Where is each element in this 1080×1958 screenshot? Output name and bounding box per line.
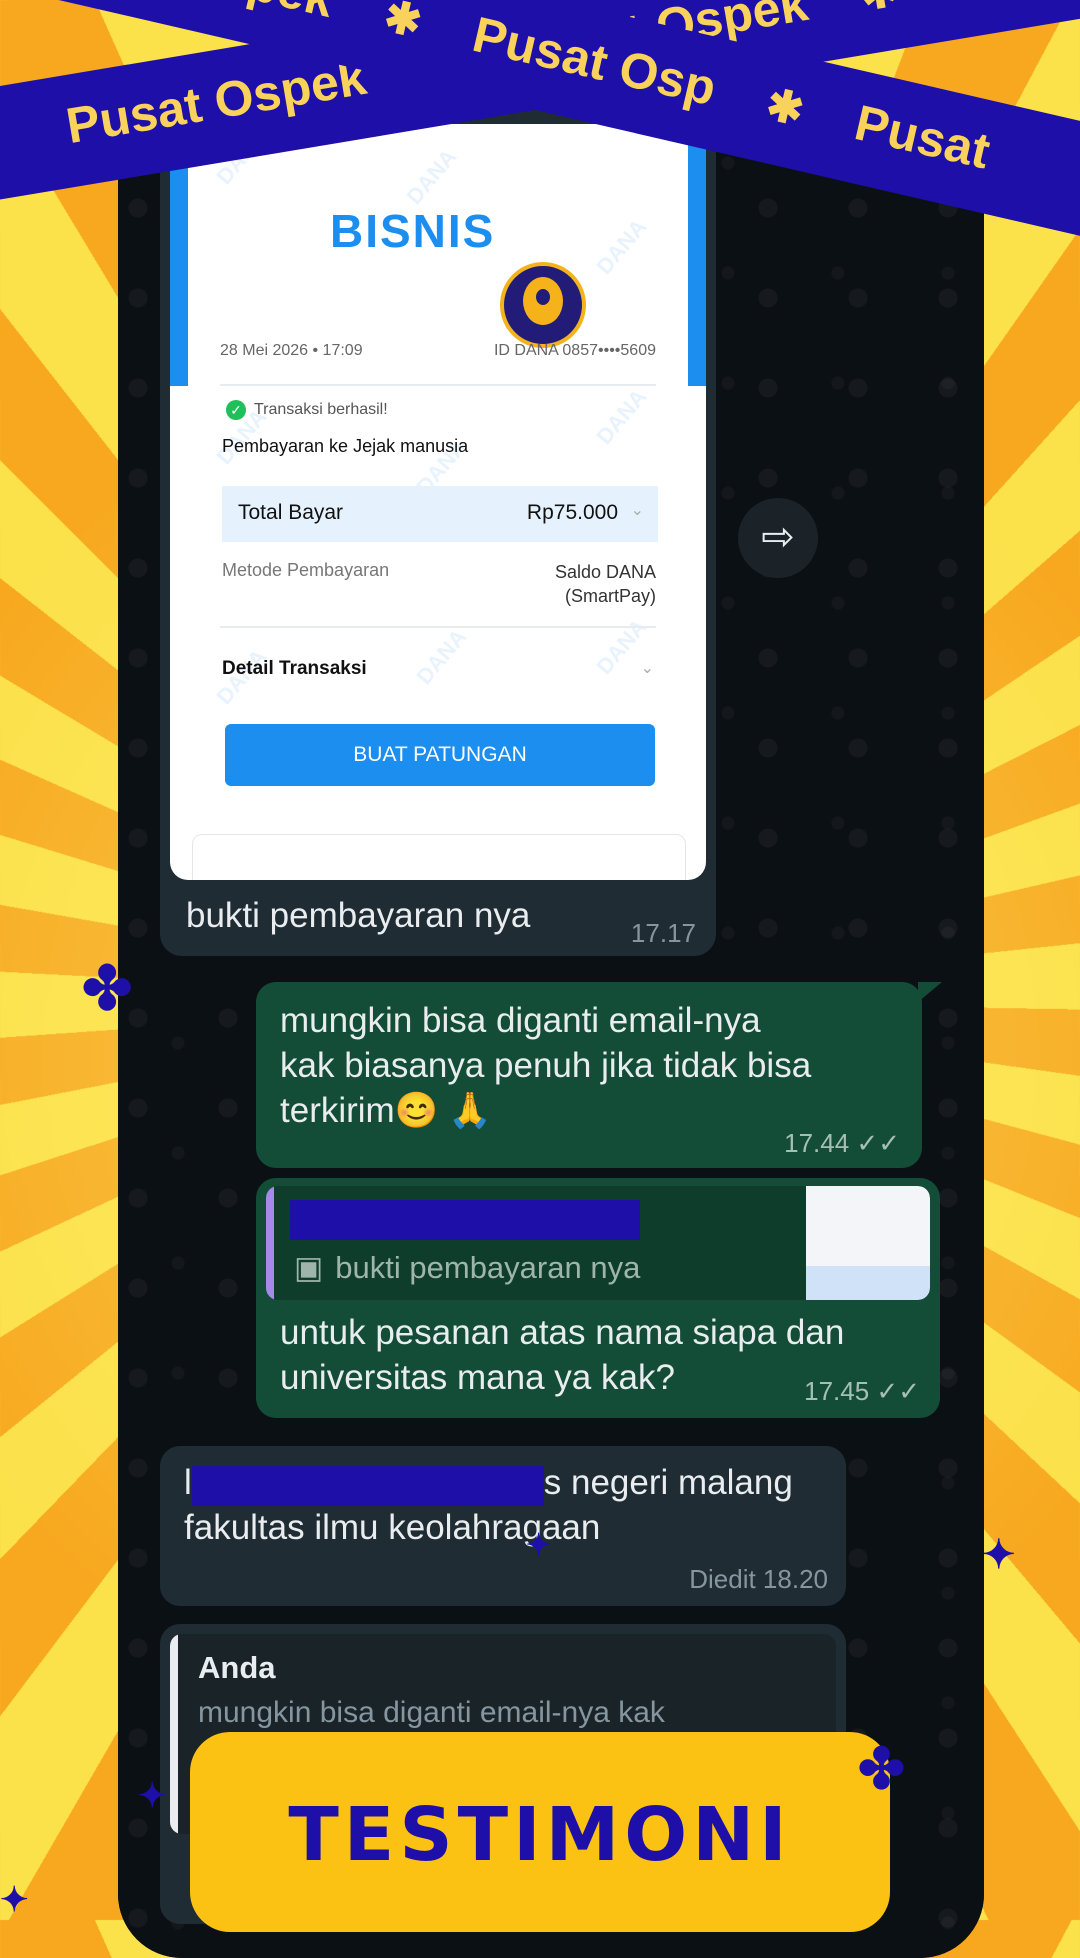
image-icon: ▣	[294, 1250, 324, 1285]
payment-method-label: Metode Pembayaran	[222, 560, 390, 580]
testimoni-title: TESTIMONI	[288, 1792, 792, 1878]
message-edited-time: Diedit 18.20	[689, 1564, 828, 1594]
quote-accent-bar	[266, 1186, 274, 1300]
quote-accent-bar	[170, 1634, 178, 1834]
payment-method-value: Saldo DANA (SmartPay)	[555, 560, 656, 608]
message-time: 17.17	[630, 918, 696, 948]
payment-method-value-line2: (SmartPay)	[564, 586, 656, 606]
watermark: DANA	[591, 384, 652, 450]
buat-patungan-button: BUAT PATUNGAN	[225, 724, 655, 786]
quote-text-row: ▣ bukti pembayaran nya	[294, 1250, 640, 1286]
decorative-star-icon: ✤	[82, 955, 133, 1022]
message-line: mungkin bisa diganti email-nya	[280, 1001, 761, 1040]
receipt-date: 28 Mei 2026 • 17:09	[220, 342, 363, 359]
quoted-message[interactable]: ▣ bukti pembayaran nya	[266, 1186, 930, 1300]
star-icon: ✱	[761, 79, 809, 136]
decorative-star-icon: ✦	[138, 1777, 167, 1815]
receipt-header-band-right	[688, 124, 706, 386]
sent-message[interactable]: mungkin bisa diganti email-nya kak biasa…	[256, 982, 922, 1168]
check-circle-icon: ✓	[226, 400, 246, 420]
receipt-account-id: ID DANA 0857••••5609	[493, 342, 656, 359]
message-line: terkirim😊 🙏	[280, 1091, 492, 1130]
testimoni-banner: TESTIMONI	[190, 1732, 890, 1932]
receipt-header-title: BISNIS	[330, 205, 496, 257]
sent-message-text: untuk pesanan atas nama siapa dan univer…	[280, 1310, 844, 1400]
tape-text: Pusat	[942, 0, 1080, 7]
message-time-read-receipt: 17.44 ✓✓	[784, 1128, 900, 1158]
redacted-text	[192, 1466, 544, 1506]
forward-icon[interactable]: ⇨	[738, 498, 818, 578]
watermark: DANA	[401, 144, 462, 210]
message-fragment: s negeri malang	[543, 1463, 793, 1502]
total-value: Rp75.000	[526, 501, 618, 524]
receipt-payee: Pembayaran ke Jejak manusia	[222, 436, 469, 456]
quote-text: bukti pembayaran nya	[335, 1250, 641, 1285]
quote-author: Anda	[198, 1650, 276, 1685]
sent-reply-message[interactable]: ▣ bukti pembayaran nya untuk pesanan ata…	[256, 1178, 940, 1418]
message-line: untuk pesanan atas nama siapa dan	[280, 1313, 845, 1352]
payment-receipt-image[interactable]: DANA DANA DANA DANA DANA DANA DANA DANA …	[170, 124, 706, 880]
receipt-status-text: Transaksi berhasil!	[254, 401, 388, 418]
image-caption: bukti pembayaran nya	[186, 896, 531, 935]
phone-frame: DANA DANA DANA DANA DANA DANA DANA DANA …	[118, 98, 984, 1958]
transaction-detail-label: Detail Transaksi	[222, 658, 367, 679]
watermark: DANA	[591, 214, 652, 280]
receipt-status: ✓ Transaksi berhasil!	[226, 400, 388, 420]
decorative-star-icon: ✦	[982, 1533, 1016, 1577]
sent-message-text: mungkin bisa diganti email-nya kak biasa…	[280, 998, 811, 1133]
message-time-read-receipt: 17.45 ✓✓	[804, 1376, 920, 1406]
message-line: fakultas ilmu keolahragaan	[184, 1508, 601, 1547]
star-icon: ✱	[379, 0, 427, 48]
chevron-down-icon: ⌄	[630, 502, 644, 519]
chevron-down-icon: ⌄	[640, 660, 654, 677]
pusat-ospek-logo	[500, 262, 586, 348]
payment-method-value-line1: Saldo DANA	[554, 562, 656, 582]
quote-text: mungkin bisa diganti email-nya kak	[198, 1696, 665, 1729]
divider	[220, 626, 656, 628]
decorative-star-icon: ✤	[858, 1737, 905, 1800]
divider	[220, 384, 656, 386]
image-message[interactable]: DANA DANA DANA DANA DANA DANA DANA DANA …	[160, 98, 716, 956]
quoted-image-thumbnail	[806, 1186, 930, 1300]
receipt-total-row: Total Bayar Rp75.000 ⌄	[222, 486, 658, 542]
message-line: universitas mana ya kak?	[280, 1358, 675, 1397]
decorative-star-icon: ✦	[0, 1881, 29, 1919]
star-icon: ✱	[853, 0, 901, 21]
receipt-bottom-card	[192, 834, 686, 880]
redacted-name	[290, 1200, 640, 1240]
watermark: DANA	[411, 624, 472, 690]
decorative-star-icon: ✦	[526, 1529, 552, 1562]
message-line: kak biasanya penuh jika tidak bisa	[280, 1046, 812, 1085]
message-fragment: l	[184, 1463, 192, 1502]
received-message[interactable]: l s negeri malang fakultas ilmu keolahrag…	[160, 1446, 846, 1606]
total-label: Total Bayar	[238, 501, 344, 524]
